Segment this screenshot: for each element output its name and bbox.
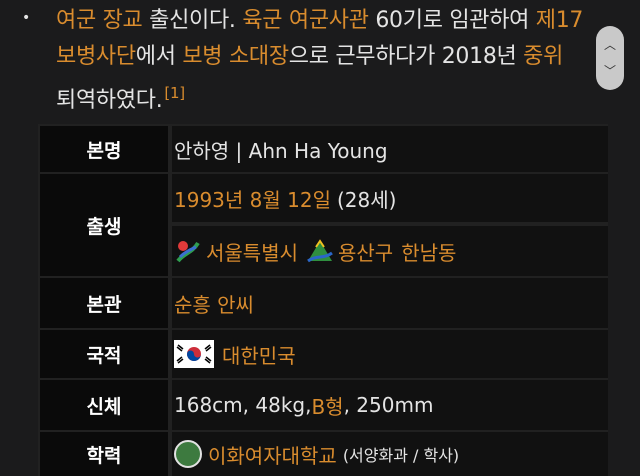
link-seoul[interactable]: 서울특별시 (206, 237, 298, 266)
yongsan-emblem-icon (307, 239, 333, 263)
link-army[interactable]: 육군 (242, 8, 282, 33)
chevron-down-icon[interactable]: ﹀ (604, 62, 616, 79)
intro-line-2: 보병사단에서 보병 소대장으로 근무하다가 2018년 중위 (56, 38, 563, 70)
text (282, 8, 289, 33)
row-education: 학력 이화여자대학교 (서양화과 / 학사) (38, 432, 608, 476)
link-infantry-division[interactable]: 보병사단 (56, 44, 136, 69)
label-origin: 본관 (40, 278, 168, 328)
text: 60기로 임관하여 (368, 8, 536, 33)
text: 으로 근무하다가 2018년 (288, 44, 524, 69)
link-birth-date[interactable]: 1993년 8월 12일 (174, 184, 331, 213)
value-nationality: 대한민국 (172, 330, 608, 378)
label-birth: 출생 (40, 174, 168, 276)
scroll-control[interactable]: ︿ ﹀ (596, 26, 624, 90)
body-shoe: , 250mm (343, 393, 434, 417)
label-name: 본명 (40, 126, 168, 172)
profile-infobox: 본명 안하영 | Ahn Ha Young 출생 1993년 8월 12일 (2… (38, 124, 608, 476)
label-nationality: 국적 (40, 330, 168, 378)
row-nationality: 국적 대한민국 (38, 330, 608, 378)
value-birth-date: 1993년 8월 12일 (28세) (172, 174, 608, 222)
chevron-up-icon[interactable]: ︿ (604, 36, 616, 53)
seoul-emblem-icon (176, 241, 200, 263)
korea-flag-icon (174, 340, 214, 368)
link-lieutenant[interactable]: 중위 (523, 44, 563, 69)
link-17th-division[interactable]: 제17 (536, 8, 584, 33)
value-education: 이화여자대학교 (서양화과 / 학사) (172, 432, 608, 476)
link-infantry[interactable]: 보병 (182, 44, 222, 69)
footnote-ref[interactable]: [1] (164, 84, 185, 102)
label-education: 학력 (40, 432, 168, 476)
body-measure: 168cm, 48kg, (174, 393, 312, 417)
value-name: 안하영 | Ahn Ha Young (172, 126, 608, 172)
list-bullet: • (22, 10, 31, 26)
education-detail: (서양화과 / 학사) (342, 446, 460, 465)
link-blood-type[interactable]: B형 (311, 391, 343, 420)
birth-age: (28세) (337, 187, 397, 212)
ewha-emblem-icon (174, 440, 202, 468)
link-female-officer-school[interactable]: 여군사관 (289, 8, 369, 33)
text: 에서 (135, 44, 183, 69)
link-female-officer[interactable]: 여군 장교 (56, 8, 143, 33)
link-platoon-leader[interactable]: 소대장 (229, 44, 289, 69)
text: 퇴역하였다. (56, 88, 163, 113)
row-origin: 본관 순흥 안씨 (38, 278, 608, 328)
link-yongsan[interactable]: 용산구 (338, 237, 393, 266)
row-name: 본명 안하영 | Ahn Ha Young (38, 126, 608, 174)
row-birth: 출생 1993년 8월 12일 (28세) 서울특별시 용산구 한남동 (38, 174, 608, 276)
text: 출신이다. (142, 8, 243, 33)
intro-line-3: 퇴역하였다. [1] (56, 82, 185, 114)
link-ewha[interactable]: 이화여자대학교 (208, 440, 337, 469)
intro-line-1: 여군 장교 출신이다. 육군 여군사관 60기로 임관하여 제17 (56, 2, 583, 34)
link-hannam[interactable]: 한남동 (401, 237, 456, 266)
label-body: 신체 (40, 380, 168, 430)
link-korea[interactable]: 대한민국 (222, 340, 296, 369)
row-body: 신체 168cm, 48kg, B형, 250mm (38, 380, 608, 430)
link-origin[interactable]: 순흥 안씨 (174, 289, 254, 318)
value-birth-place: 서울특별시 용산구 한남동 (172, 226, 608, 276)
value-origin: 순흥 안씨 (172, 278, 608, 328)
article-intro: • 여군 장교 출신이다. 육군 여군사관 60기로 임관하여 제17 보병사단… (0, 0, 640, 124)
text (222, 44, 229, 69)
value-body: 168cm, 48kg, B형, 250mm (172, 380, 608, 430)
